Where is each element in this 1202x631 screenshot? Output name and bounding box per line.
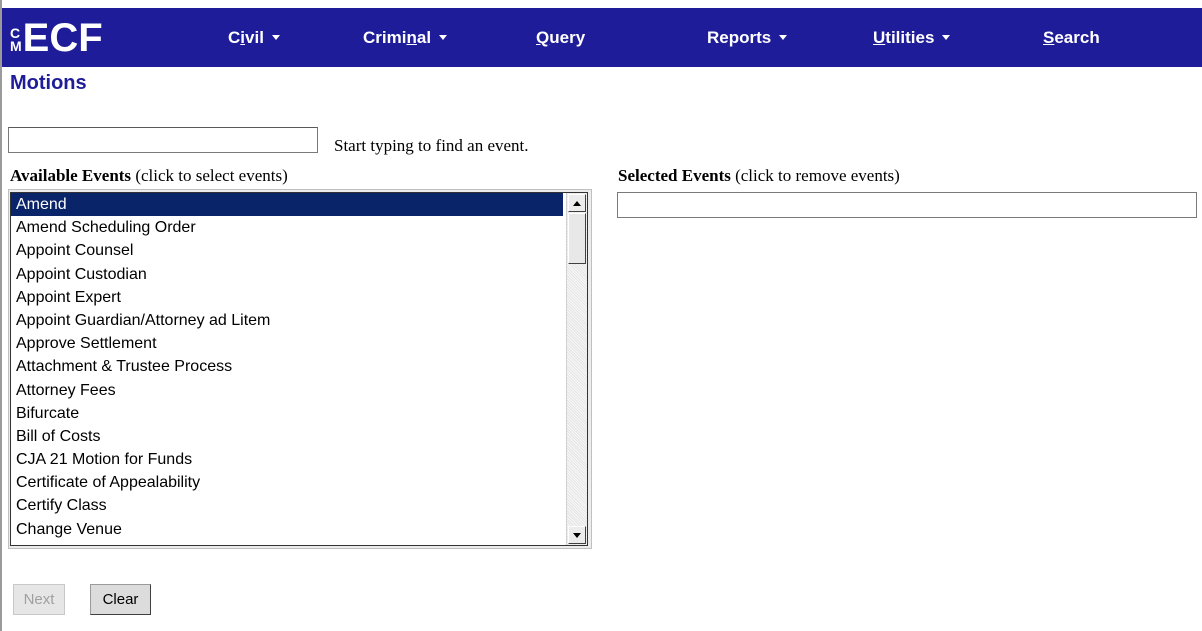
top-navbar: C M ECF Ci vil Crimi n al Query Reports Uti… [2, 8, 1202, 67]
available-events-items: Amend Amend Scheduling Order Appoint Couns… [11, 193, 587, 541]
event-list-item[interactable]: Bifurcate [11, 402, 563, 425]
logo-cm-text: C M [10, 24, 22, 54]
logo-ecf-text: ECF [22, 15, 103, 60]
event-list-item[interactable]: Change Venue [11, 518, 563, 541]
window-frame-edge [0, 0, 2, 631]
available-events-label: Available Events (click to select events… [10, 166, 288, 185]
arrow-down-icon [573, 532, 581, 538]
event-search-input[interactable] [8, 127, 318, 153]
chevron-down-icon [271, 35, 280, 40]
scroll-down-button[interactable] [568, 526, 586, 544]
event-list-item[interactable]: Certificate of Appealability [11, 471, 563, 494]
nav-query-link[interactable]: Query [536, 8, 585, 67]
event-list-item[interactable]: Appoint Counsel [11, 239, 563, 262]
arrow-up-icon [573, 200, 581, 206]
nav-criminal-menu[interactable]: Crimi n al [363, 8, 448, 67]
listbox-scrollbar[interactable] [566, 193, 587, 545]
selected-events-label: Selected Events (click to remove events) [618, 166, 900, 185]
page-title: Motions [10, 72, 87, 94]
clear-button[interactable]: Clear [90, 584, 151, 615]
event-list-item[interactable]: Bill of Costs [11, 425, 563, 448]
event-list-item[interactable]: Appoint Guardian/Attorney ad Litem [11, 309, 563, 332]
chevron-down-icon [779, 35, 788, 40]
nav-search-link[interactable]: Search [1043, 8, 1100, 67]
event-list-item[interactable]: Appoint Custodian [11, 263, 563, 286]
event-list-item[interactable]: Approve Settlement [11, 332, 563, 355]
event-list-item[interactable]: Appoint Expert [11, 286, 563, 309]
event-list-item[interactable]: Attorney Fees [11, 379, 563, 402]
available-events-listbox[interactable]: Amend Amend Scheduling Order Appoint Couns… [10, 192, 588, 546]
chevron-down-icon [439, 35, 448, 40]
search-hint-text: Start typing to find an event. [334, 136, 529, 155]
nav-utilities-menu[interactable]: Utilities [873, 8, 951, 67]
event-list-item[interactable]: CJA 21 Motion for Funds [11, 448, 563, 471]
event-list-item[interactable]: Attachment & Trustee Process [11, 355, 563, 378]
next-button[interactable]: Next [13, 584, 65, 615]
event-list-item[interactable]: Amend Scheduling Order [11, 216, 563, 239]
nav-reports-menu[interactable]: Reports [707, 8, 788, 67]
nav-civil-menu[interactable]: Ci vil [228, 8, 280, 67]
selected-events-listbox[interactable] [617, 192, 1197, 218]
event-list-item[interactable]: Amend [11, 193, 563, 217]
scroll-up-button[interactable] [568, 194, 586, 212]
chevron-down-icon [942, 35, 951, 40]
scroll-thumb[interactable] [568, 213, 586, 264]
cmecf-logo[interactable]: C M ECF [10, 8, 103, 67]
event-list-item[interactable]: Certify Class [11, 494, 563, 517]
